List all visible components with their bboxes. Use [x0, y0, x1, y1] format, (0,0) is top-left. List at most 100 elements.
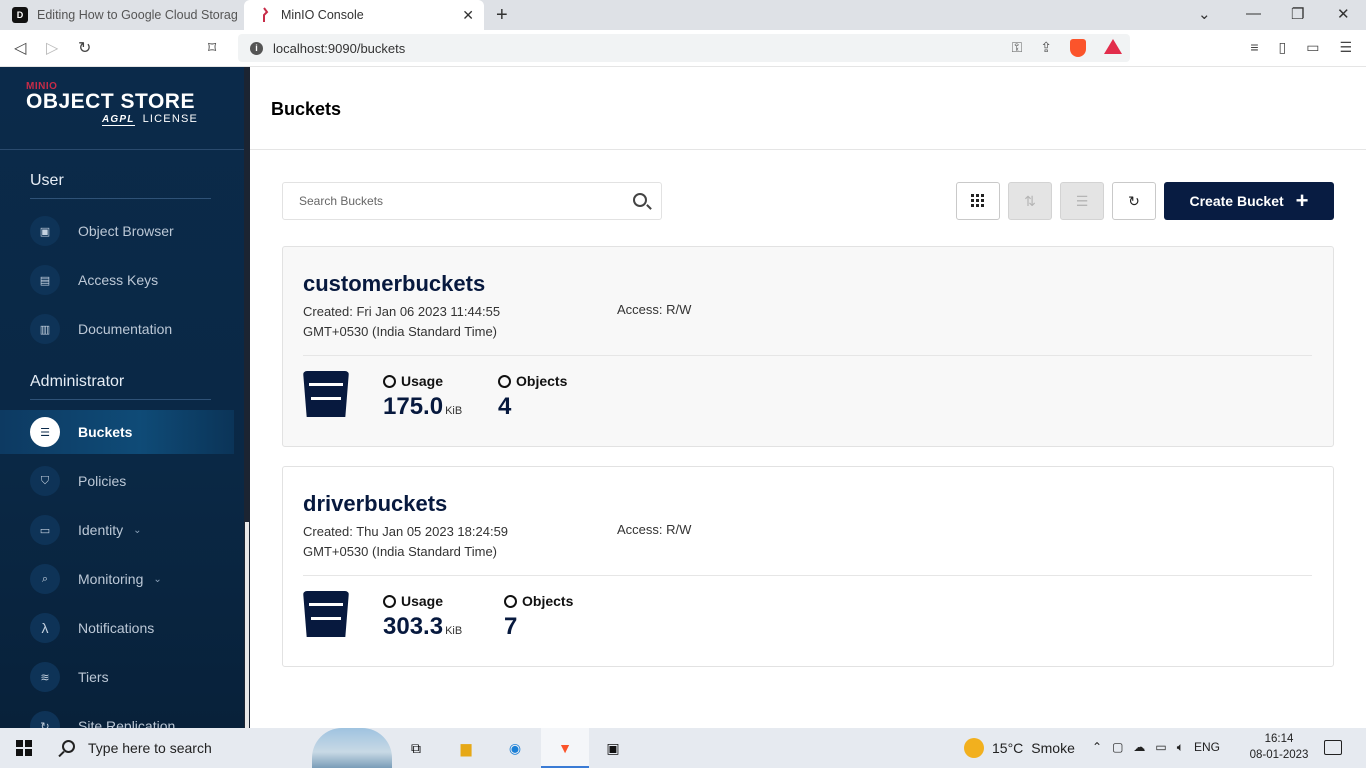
brave-shields-icon[interactable]	[1070, 39, 1086, 57]
chevron-down-icon[interactable]: ⌄	[153, 574, 161, 585]
bucket-card[interactable]: customerbuckets Created: Fri Jan 06 2023…	[282, 246, 1334, 447]
bucket-card[interactable]: driverbuckets Created: Thu Jan 05 2023 1…	[282, 466, 1334, 667]
create-bucket-label: Create Bucket	[1189, 193, 1284, 209]
bucket-name[interactable]: driverbuckets	[303, 491, 447, 517]
bookmark-icon[interactable]: ⌑	[208, 38, 216, 58]
sidebar-item-documentation[interactable]: ▥ Documentation	[0, 307, 234, 351]
plus-icon: +	[1295, 188, 1309, 213]
edge-icon[interactable]: ◉	[503, 736, 527, 760]
agpl-badge: AGPL	[102, 114, 135, 126]
search-placeholder: Search Buckets	[299, 194, 384, 208]
page-title: Buckets	[271, 99, 342, 119]
sidebar-item-label: Notifications	[78, 620, 155, 636]
bucket-access: Access: R/W	[617, 522, 692, 537]
brave-browser-icon[interactable]: ▼	[553, 736, 577, 760]
restore-icon[interactable]: ❐	[1291, 5, 1304, 23]
device-icon[interactable]: ▢	[1112, 740, 1123, 755]
file-explorer-icon[interactable]: ▆	[454, 736, 478, 760]
sidebar-item-label: Site Replication	[78, 718, 176, 728]
grid-icon	[971, 194, 984, 207]
usage-stat: Usage 175.0 KiB	[383, 373, 462, 421]
back-icon[interactable]: ◁	[14, 38, 26, 58]
sidebar-item-identity[interactable]: ▭ Identity ⌄	[0, 508, 234, 552]
scrollbar-thumb[interactable]	[245, 522, 249, 728]
usage-value: 175.0	[383, 393, 444, 420]
system-tray: ⌃ ▢ ☁ ▭ 🔈︎ ENG	[1092, 740, 1220, 755]
logo-license: LICENSE	[142, 113, 199, 125]
usage-icon	[383, 594, 396, 608]
sidebar-item-tiers[interactable]: ≋ Tiers	[0, 655, 234, 699]
refresh-icon: ↻	[1128, 192, 1140, 209]
windows-start-icon[interactable]	[16, 740, 32, 756]
brave-rewards-icon[interactable]	[1104, 39, 1122, 54]
sidebar-item-notifications[interactable]: λ Notifications	[0, 606, 234, 650]
sidebar-item-access-keys[interactable]: ▤ Access Keys	[0, 258, 234, 302]
minimize-icon[interactable]: —	[1246, 5, 1261, 22]
browser-tab-inactive[interactable]: D Editing How to Google Cloud Storage	[0, 0, 242, 30]
search-highlight-image[interactable]	[312, 728, 392, 768]
sidebar-item-site-replication[interactable]: ↻ Site Replication	[0, 704, 234, 728]
chevron-down-icon[interactable]: ⌄	[133, 525, 141, 536]
sidebar-item-label: Buckets	[78, 424, 133, 440]
sidebar-item-label: Object Browser	[78, 223, 174, 239]
objects-stat: Objects 4	[498, 373, 567, 421]
weather-temp: 15°C	[992, 740, 1024, 756]
search-input[interactable]: Search Buckets	[282, 182, 662, 220]
playlist-icon[interactable]: ≡	[1250, 39, 1258, 56]
usage-unit: KiB	[445, 405, 463, 417]
sidebar-toggle-icon[interactable]: ▯	[1278, 39, 1286, 56]
volume-icon[interactable]: 🔈︎	[1177, 740, 1184, 755]
search-icon	[633, 193, 647, 207]
forward-icon[interactable]: ▷	[46, 38, 58, 58]
sidebar-item-monitoring[interactable]: ⌕ Monitoring ⌄	[0, 557, 234, 601]
close-tab-icon[interactable]: ✕	[462, 7, 474, 24]
browser-tab-active[interactable]: MinIO Console ✕	[244, 0, 484, 30]
logo-product: OBJECT STORE	[26, 90, 195, 113]
chevron-down-icon[interactable]: ⌄	[1198, 5, 1211, 23]
browser-tab-strip: D Editing How to Google Cloud Storage Mi…	[0, 0, 1366, 30]
replication-button[interactable]: ⇅	[1008, 182, 1052, 220]
weather-icon	[964, 738, 984, 758]
objects-icon	[498, 374, 511, 388]
weather-widget[interactable]: 15°C Smoke	[964, 728, 1075, 768]
sidebar-item-policies[interactable]: ⛉ Policies	[0, 459, 234, 503]
new-tab-icon[interactable]: +	[496, 4, 508, 27]
menu-icon[interactable]: ☰	[1339, 39, 1352, 56]
usage-icon	[383, 374, 396, 388]
lifecycle-button[interactable]: ☰	[1060, 182, 1104, 220]
sidebar-item-object-browser[interactable]: ▣ Object Browser	[0, 209, 234, 253]
address-bar[interactable]: i localhost:9090/buckets ⚿ ⇪	[238, 34, 1130, 62]
site-info-icon[interactable]: i	[250, 41, 263, 55]
notification-icon[interactable]	[1324, 740, 1342, 755]
browser-toolbar: ◁ ▷ ↻ ⌑ i localhost:9090/buckets ⚿ ⇪ ≡ ▯…	[0, 30, 1366, 67]
close-window-icon[interactable]: ✕	[1337, 5, 1350, 23]
wallet-icon[interactable]: ▭	[1306, 39, 1319, 56]
sidebar-item-label: Access Keys	[78, 272, 159, 288]
minio-logo[interactable]: MINIO OBJECT STORE AGPL LICENSE	[26, 81, 198, 126]
cloud-icon[interactable]: ☁	[1133, 740, 1145, 755]
sidebar-item-label: Tiers	[78, 669, 109, 685]
list-view-button[interactable]	[956, 182, 1000, 220]
bucket-created-date: Created: Fri Jan 06 2023 11:44:55	[303, 304, 501, 319]
clock[interactable]: 16:14 08-01-2023	[1246, 731, 1312, 763]
battery-icon[interactable]: ▭	[1155, 740, 1166, 755]
divider	[30, 399, 211, 400]
key-icon[interactable]: ⚿	[1012, 39, 1023, 57]
taskbar-search-input[interactable]: Type here to search	[48, 728, 348, 768]
bucket-name[interactable]: customerbuckets	[303, 271, 485, 297]
replication-icon: ↻	[30, 711, 60, 728]
bucket-icon	[303, 371, 349, 417]
objects-label: Objects	[522, 593, 574, 609]
task-view-icon[interactable]: ⧉	[404, 736, 428, 760]
chevron-up-icon[interactable]: ⌃	[1092, 740, 1102, 755]
terminal-icon[interactable]: ▣	[601, 736, 625, 760]
tiers-icon: ≋	[30, 662, 60, 692]
sidebar-item-buckets[interactable]: ☰ Buckets	[0, 410, 234, 454]
create-bucket-button[interactable]: Create Bucket +	[1164, 182, 1334, 220]
share-icon[interactable]: ⇪	[1040, 39, 1052, 57]
reload-icon[interactable]: ↻	[78, 38, 91, 58]
sidebar-item-label: Documentation	[78, 321, 173, 337]
language-indicator[interactable]: ENG	[1194, 740, 1220, 755]
bucket-created-tz: GMT+0530 (India Standard Time)	[303, 324, 498, 339]
refresh-button[interactable]: ↻	[1112, 182, 1156, 220]
